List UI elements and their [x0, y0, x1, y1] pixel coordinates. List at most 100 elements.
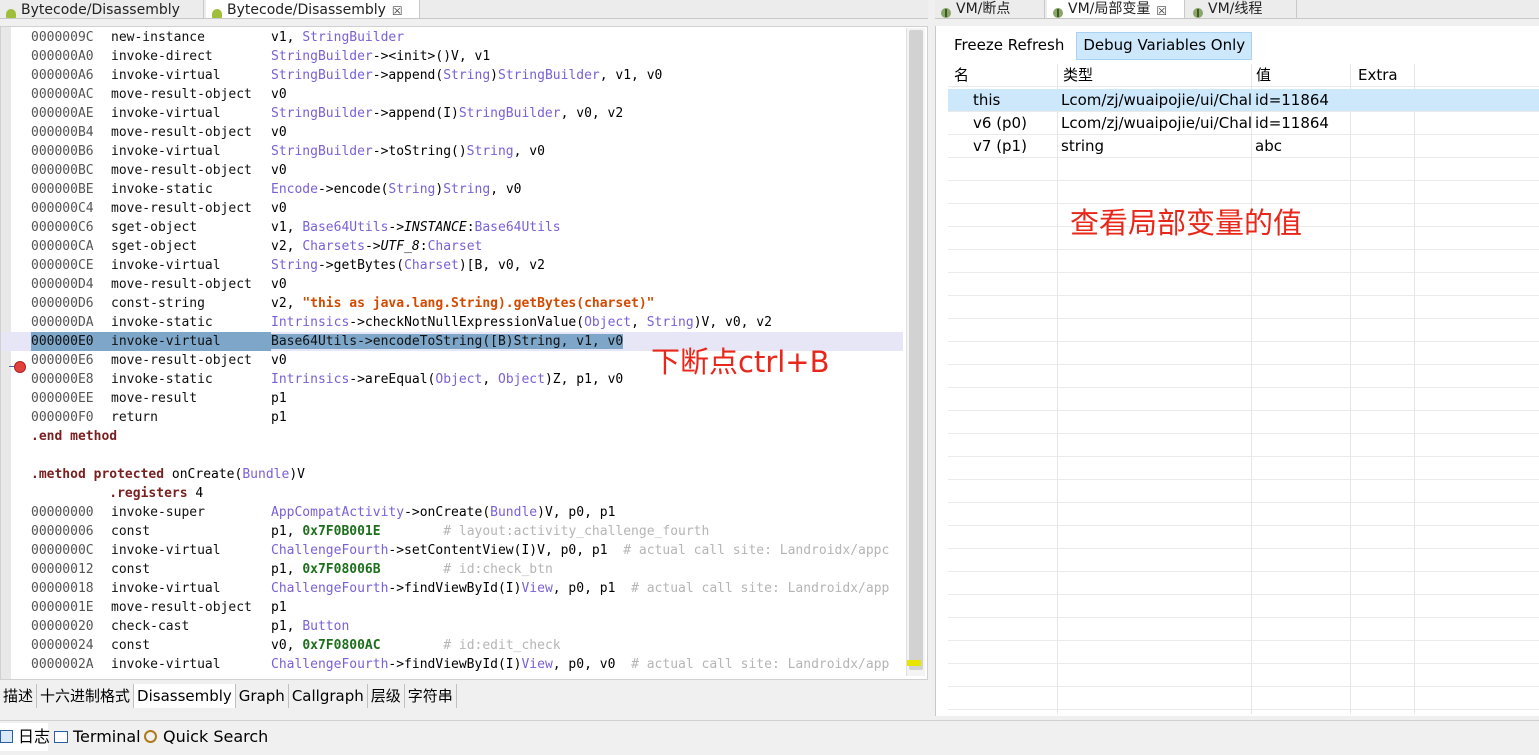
tab-graph[interactable]: Graph: [236, 684, 289, 708]
code-line[interactable]: 000000DA invoke-static Intrinsics->checkNo…: [31, 313, 903, 332]
code-line[interactable]: 000000C6 sget-object v1, Base64Utils->INST…: [31, 218, 903, 237]
close-icon[interactable]: ☒: [1156, 4, 1167, 18]
tab-log[interactable]: 日志: [0, 723, 50, 751]
column-header-name[interactable]: 名: [954, 64, 969, 86]
code-line[interactable]: 000000A6 invoke-virtual StringBuilder->app…: [31, 66, 903, 85]
empty-row: [948, 480, 1539, 503]
tab-label: Bytecode/Disassembly: [227, 2, 386, 18]
code-line[interactable]: 00000000 invoke-super AppCompatActivity->o…: [31, 503, 903, 522]
tab-bytecode-disassembly-1[interactable]: Bytecode/Disassembly: [0, 0, 204, 18]
code-token: Object: [498, 372, 545, 387]
code-opcode: check-cast: [111, 619, 190, 634]
close-icon[interactable]: ☒: [392, 4, 403, 18]
code-line[interactable]: 000000B4 move-result-object v0: [31, 123, 903, 142]
code-address: 000000A0: [31, 49, 94, 64]
code-address: 000000E0: [31, 332, 111, 351]
code-line[interactable]: .registers 4: [31, 484, 903, 503]
code-address: 0000001E: [31, 600, 94, 615]
tab-vm-breakpoints[interactable]: VM/断点: [935, 0, 1045, 18]
empty-row: [948, 618, 1539, 641]
scrollbar-thumb[interactable]: [909, 30, 923, 670]
android-icon: [212, 9, 222, 18]
table-row[interactable]: this Lcom/zj/wuaipojie/ui/Chal id=11864: [948, 89, 1539, 112]
code-line[interactable]: 0000009C new-instance v1, StringBuilder: [31, 28, 903, 47]
code-line[interactable]: 000000C4 move-result-object v0: [31, 199, 903, 218]
code-token: Intrinsics: [271, 315, 350, 330]
code-line[interactable]: 000000B6 invoke-virtual StringBuilder->toS…: [31, 142, 903, 161]
tab-hierarchy[interactable]: 层级: [368, 684, 405, 708]
disassembly-editor[interactable]: 0000009C new-instance v1, StringBuilder 000…: [0, 26, 928, 680]
code-line[interactable]: 000000AC move-result-object v0: [31, 85, 903, 104]
tab-vm-threads[interactable]: VM/线程: [1187, 0, 1297, 18]
code-opcode: move-result-object: [111, 87, 252, 102]
tab-description[interactable]: 描述: [0, 684, 38, 708]
table-row[interactable]: v7 (p1) string abc: [948, 135, 1539, 158]
empty-row: [948, 641, 1539, 664]
column-header-value[interactable]: 值: [1256, 64, 1271, 86]
code-token: ->setContentView(I)V, p0, p1: [388, 543, 624, 558]
column-header-extra[interactable]: Extra: [1358, 64, 1398, 86]
breakpoint-icon[interactable]: [14, 361, 26, 373]
code-line[interactable]: 00000018 invoke-virtual ChallengeFourth->f…: [31, 579, 903, 598]
code-line[interactable]: 0000001E move-result-object p1: [31, 598, 903, 617]
tab-disassembly[interactable]: Disassembly: [134, 684, 236, 708]
code-line[interactable]: 000000D4 move-result-object v0: [31, 275, 903, 294]
code-token: p1,: [271, 524, 303, 539]
code-address: 000000CE: [31, 258, 94, 273]
tab-quick-search[interactable]: Quick Search: [144, 723, 268, 751]
tab-callgraph[interactable]: Callgraph: [289, 684, 368, 708]
code-line[interactable]: 00000024 const v0, 0x7F0800AC # id:edit_ch…: [31, 636, 903, 655]
code-line[interactable]: 00000020 check-cast p1, Button: [31, 617, 903, 636]
code-token: 4: [187, 486, 204, 501]
code-address: 000000DA: [31, 315, 94, 330]
code-line[interactable]: 000000F0 return p1: [31, 408, 903, 427]
code-line[interactable]: 0000000C invoke-virtual ChallengeFourth->s…: [31, 541, 903, 560]
code-line[interactable]: 00000006 const p1, 0x7F0B001E # layout:act…: [31, 522, 903, 541]
code-line[interactable]: 000000AE invoke-virtual StringBuilder->app…: [31, 104, 903, 123]
code-address: 000000E6: [31, 353, 94, 368]
freeze-refresh-button[interactable]: Freeze Refresh: [948, 32, 1070, 58]
debug-variables-only-toggle[interactable]: Debug Variables Only: [1076, 32, 1253, 60]
tab-strings[interactable]: 字符串: [405, 684, 457, 708]
code-token: , v1, v0: [599, 68, 663, 83]
variables-toolbar: Freeze Refresh Debug Variables Only: [948, 32, 1253, 60]
code-line[interactable]: 000000A0 invoke-direct StringBuilder-><ini…: [31, 47, 903, 66]
tab-label: Bytecode/Disassembly: [21, 2, 180, 18]
code-token: v2,: [271, 296, 303, 311]
code-line[interactable]: 000000BE invoke-static Encode->encode(Stri…: [31, 180, 903, 199]
empty-row: [948, 664, 1539, 687]
code-line[interactable]: 000000D6 const-string v2, "this as java.la…: [31, 294, 903, 313]
code-line[interactable]: .end method: [31, 427, 903, 446]
code-line[interactable]: 000000BC move-result-object v0: [31, 161, 903, 180]
code-line[interactable]: 000000CE invoke-virtual String->getBytes(C…: [31, 256, 903, 275]
code-token: ->: [364, 239, 381, 254]
code-token: ->checkNotNullExpressionValue(: [349, 315, 585, 330]
tab-hex-format[interactable]: 十六进制格式: [37, 684, 135, 708]
var-value: abc: [1255, 137, 1282, 155]
code-line[interactable]: 000000EE move-result p1: [31, 389, 903, 408]
code-token: StringBuilder: [458, 106, 561, 121]
empty-row: [948, 250, 1539, 273]
code-opcode: sget-object: [111, 239, 198, 254]
footer-panel-tabs: 日志 Terminal Quick Search: [0, 720, 1539, 755]
code-token: Charsets: [302, 239, 365, 254]
code-address: 00000006: [31, 524, 94, 539]
editor-vertical-scrollbar[interactable]: [906, 28, 925, 676]
code-line[interactable]: 000000CA sget-object v2, Charsets->UTF_8:C…: [31, 237, 903, 256]
code-line[interactable]: [31, 446, 903, 465]
code-token: Base64Utils: [302, 220, 389, 235]
code-line[interactable]: 0000002A invoke-virtual ChallengeFourth->f…: [31, 655, 903, 674]
tab-terminal[interactable]: Terminal: [54, 723, 141, 751]
code-token: v0: [271, 353, 287, 368]
code-line[interactable]: 00000012 const p1, 0x7F08006B # id:check_b…: [31, 560, 903, 579]
local-variables-panel: Freeze Refresh Debug Variables Only 名 类型…: [935, 26, 1539, 716]
code-address: 000000C4: [31, 201, 94, 216]
column-header-type[interactable]: 类型: [1063, 64, 1093, 86]
table-row[interactable]: v6 (p0) Lcom/zj/wuaipojie/ui/Chal id=118…: [948, 112, 1539, 135]
tab-bytecode-disassembly-2[interactable]: Bytecode/Disassembly ☒: [206, 0, 420, 18]
editor-gutter[interactable]: [1, 27, 11, 679]
code-line[interactable]: .method protected onCreate(Bundle)V: [31, 465, 903, 484]
tab-vm-local-variables[interactable]: VM/局部变量 ☒: [1047, 0, 1185, 18]
code-opcode: move-result-object: [111, 163, 252, 178]
